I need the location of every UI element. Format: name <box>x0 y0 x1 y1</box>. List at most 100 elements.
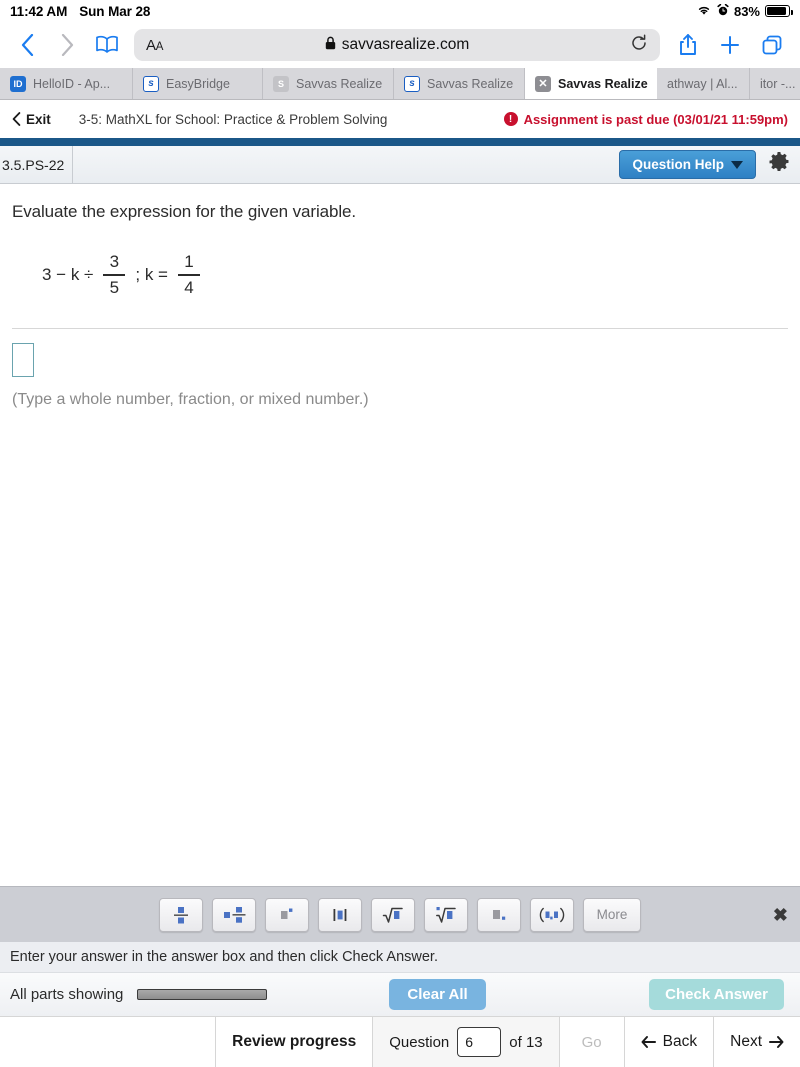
nav-spacer <box>0 1017 217 1067</box>
past-due-notice: ! Assignment is past due (03/01/21 11:59… <box>503 112 788 127</box>
go-button[interactable]: Go <box>560 1017 625 1067</box>
answer-hint: (Type a whole number, fraction, or mixed… <box>12 391 369 408</box>
tab-label: HelloID - Ap... <box>33 76 111 91</box>
decimal-icon <box>493 909 506 920</box>
exit-label: Exit <box>26 111 51 127</box>
exponent-icon <box>281 908 293 919</box>
lesson-title: 3-5: MathXL for School: Practice & Probl… <box>78 111 388 127</box>
tab-label: Savvas Realize <box>558 76 648 91</box>
reload-icon[interactable] <box>630 33 648 57</box>
fraction-bar <box>103 274 126 276</box>
fraction-icon <box>174 906 188 923</box>
fraction-numerator: 3 <box>109 252 120 272</box>
square-root-button[interactable] <box>371 897 415 932</box>
math-palette: More ✖ <box>0 886 800 942</box>
expression-lead: 3 − k ÷ <box>42 265 94 284</box>
accent-bar <box>0 138 800 146</box>
question-help-button[interactable]: Question Help <box>619 150 756 179</box>
tab-strip: ID HelloID - Ap... s EasyBridge S Savvas… <box>0 68 800 100</box>
caret-down-icon <box>731 160 743 169</box>
bottom-navigation: Review progress Question 6 of 13 Go Back… <box>0 1016 800 1067</box>
math-expression: 3 − k ÷ 3 5 ; k = 1 4 <box>42 244 788 306</box>
answer-input[interactable] <box>12 343 34 377</box>
status-date: Sun Mar 28 <box>79 3 151 19</box>
of-label: of 13 <box>509 1033 543 1051</box>
helloid-icon: ID <box>10 75 26 92</box>
tab-label: Savvas Realize <box>427 76 514 91</box>
tab-easybridge[interactable]: s EasyBridge <box>133 68 263 99</box>
url-bar[interactable]: AA savvasrealize.com <box>134 29 660 61</box>
square-root-icon <box>382 907 403 923</box>
mixed-number-icon <box>224 906 246 923</box>
alert-icon: ! <box>503 112 518 126</box>
next-button[interactable]: Next <box>714 1017 800 1067</box>
tab-helloid[interactable]: ID HelloID - Ap... <box>0 68 133 99</box>
fraction-one-fourth: 1 4 <box>178 253 200 296</box>
question-jump-group: Question 6 of 13 <box>373 1017 560 1067</box>
tab-savvas-realize-active[interactable]: ✕ Savvas Realize <box>525 68 657 99</box>
alarm-icon <box>717 3 729 19</box>
absolute-value-button[interactable] <box>318 897 362 932</box>
question-toolbar: 3.5.PS-22 Question Help <box>0 146 800 184</box>
nth-root-button[interactable] <box>424 897 468 932</box>
review-progress-button[interactable]: Review progress <box>216 1017 374 1067</box>
question-id: 3.5.PS-22 <box>0 146 74 183</box>
savvas-icon: s <box>143 75 159 92</box>
decimal-button[interactable] <box>477 897 521 932</box>
close-icon[interactable]: ✖ <box>773 905 788 926</box>
plus-icon[interactable] <box>716 34 744 56</box>
tab-savvas-realize-1[interactable]: S Savvas Realize <box>263 68 394 99</box>
tabs-icon[interactable] <box>758 34 786 56</box>
question-body: Evaluate the expression for the given va… <box>0 184 800 329</box>
fraction-numerator: 1 <box>184 252 194 272</box>
savvas-icon: s <box>404 75 420 92</box>
battery-percent: 83% <box>733 3 760 19</box>
forward-button[interactable] <box>54 30 80 60</box>
tab-label: itor -... <box>760 76 796 91</box>
back-button[interactable]: Back <box>625 1017 715 1067</box>
answer-area: (Type a whole number, fraction, or mixed… <box>0 329 800 409</box>
battery-icon <box>765 5 793 17</box>
url-text: savvasrealize.com <box>341 36 470 53</box>
ordered-pair-icon <box>539 907 565 922</box>
arrow-right-icon <box>769 1036 784 1048</box>
savvas-gray-icon: S <box>273 75 289 92</box>
ipad-safari-screen: 11:42 AM Sun Mar 28 83% AA savvasrealize… <box>0 0 800 1067</box>
tab-label: athway | Al... <box>667 76 738 91</box>
action-strip: All parts showing Clear All Check Answer <box>0 972 800 1016</box>
fraction-denominator: 5 <box>109 277 120 297</box>
wifi-icon <box>696 4 712 19</box>
ordered-pair-button[interactable] <box>530 897 574 932</box>
tab-pathway[interactable]: athway | Al... <box>657 68 750 99</box>
url-center: savvasrealize.com <box>134 36 660 55</box>
arrow-left-icon <box>641 1036 656 1048</box>
clear-all-button[interactable]: Clear All <box>389 979 486 1010</box>
divider <box>12 328 788 329</box>
share-icon[interactable] <box>674 33 702 57</box>
tab-itor[interactable]: itor -... <box>750 68 800 99</box>
more-button[interactable]: More <box>583 897 641 932</box>
exponent-button[interactable] <box>265 897 309 932</box>
question-number-input[interactable]: 6 <box>457 1027 502 1057</box>
chevron-left-icon <box>12 112 21 126</box>
question-help-label: Question Help <box>632 157 724 172</box>
instruction-strip: Enter your answer in the answer box and … <box>0 942 800 972</box>
reader-size-button[interactable]: AA <box>146 37 163 54</box>
lock-icon <box>325 36 336 55</box>
bookmarks-icon[interactable] <box>94 30 120 60</box>
close-icon[interactable]: ✕ <box>535 75 551 92</box>
back-button[interactable] <box>14 30 40 60</box>
all-parts-label: All parts showing <box>10 986 124 1003</box>
tab-savvas-realize-2[interactable]: s Savvas Realize <box>394 68 525 99</box>
gear-icon[interactable] <box>768 151 790 178</box>
savvas-app-header: Exit 3-5: MathXL for School: Practice & … <box>0 100 800 138</box>
status-right-cluster: 83% <box>696 3 793 19</box>
mixed-number-button[interactable] <box>212 897 256 932</box>
parts-slider[interactable] <box>137 989 268 1000</box>
absolute-value-icon <box>333 908 347 921</box>
nth-root-icon <box>436 906 456 923</box>
expression-middle: ; k = <box>135 265 168 284</box>
exit-button[interactable]: Exit <box>12 112 51 127</box>
check-answer-button[interactable]: Check Answer <box>649 979 784 1010</box>
fraction-button[interactable] <box>159 897 203 932</box>
